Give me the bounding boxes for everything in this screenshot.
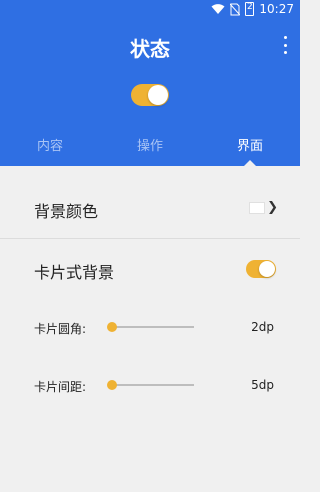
card-spacing-value: 5dp [251, 378, 274, 392]
tab-label: 操作 [136, 139, 163, 154]
corner-radius-label: 卡片圆角: [34, 322, 87, 336]
card-background-label: 卡片式背景 [34, 263, 115, 282]
slider-track [112, 384, 194, 386]
background-color-label: 背景颜色 [34, 202, 99, 221]
background-color-picker[interactable]: ❯ [249, 200, 278, 215]
toggle-knob [259, 261, 275, 277]
battery-level: 2 [247, 2, 253, 12]
tab-bar: 内容 操作 界面 [0, 136, 300, 166]
clock: 10:27 [259, 2, 294, 16]
corner-radius-slider[interactable] [107, 321, 194, 333]
no-sim-icon [230, 3, 241, 15]
tab-content[interactable]: 内容 [0, 136, 100, 166]
toggle-knob [148, 85, 168, 105]
corner-radius-value: 2dp [251, 320, 274, 334]
page-title: 状态 [130, 37, 170, 61]
slider-thumb[interactable] [107, 380, 117, 390]
status-toggle[interactable] [131, 84, 169, 106]
slider-track [112, 326, 194, 328]
overflow-menu-icon[interactable] [280, 36, 290, 54]
settings-panel: 背景颜色 ❯ 卡片式背景 卡片圆角: 2dp 卡片间距: 5dp [0, 166, 300, 492]
card-background-toggle[interactable] [246, 260, 276, 278]
app-header: 2 10:27 状态 内容 操作 界面 [0, 0, 300, 166]
status-icons: 2 10:27 [211, 2, 294, 16]
tab-interface[interactable]: 界面 [200, 136, 300, 166]
battery-icon: 2 [245, 2, 255, 16]
tab-label: 内容 [36, 139, 63, 154]
tab-actions[interactable]: 操作 [100, 136, 200, 166]
tab-label: 界面 [236, 139, 263, 154]
card-spacing-label: 卡片间距: [34, 380, 87, 394]
slider-thumb[interactable] [107, 322, 117, 332]
card-spacing-slider[interactable] [107, 379, 194, 391]
wifi-icon [211, 4, 225, 14]
chevron-right-icon: ❯ [267, 200, 278, 215]
status-bar: 2 10:27 [0, 0, 300, 20]
color-swatch [249, 202, 266, 214]
